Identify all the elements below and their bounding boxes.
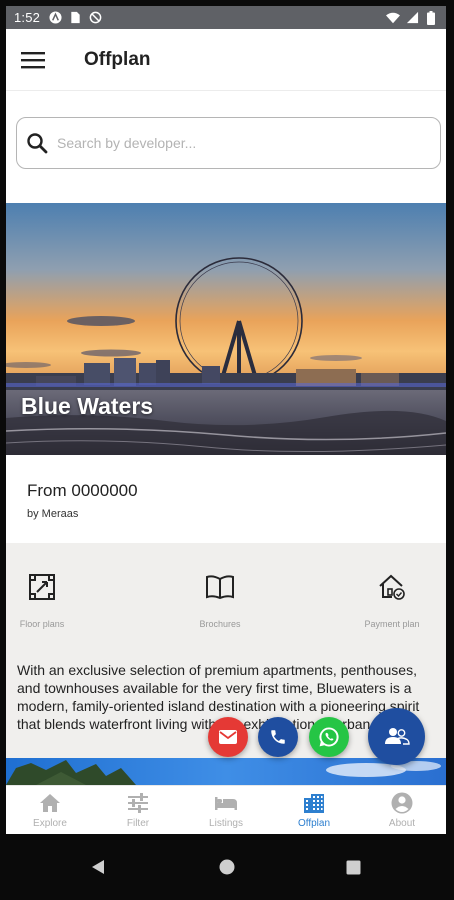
notification-icons (48, 11, 102, 25)
home-circle-icon (219, 859, 235, 875)
menu-button[interactable] (10, 37, 56, 83)
nav-item-about[interactable]: About (358, 786, 446, 834)
app-notification-icon (48, 11, 62, 25)
nav-label-offplan: Offplan (297, 818, 331, 829)
nav-label-explore: Explore (33, 818, 67, 829)
whatsapp-icon (319, 727, 339, 747)
next-project-image[interactable] (6, 758, 446, 785)
search-input[interactable] (57, 135, 417, 151)
whatsapp-button[interactable] (309, 717, 349, 757)
email-icon (219, 730, 237, 744)
project-name: Blue Waters (21, 393, 154, 419)
system-status-icons (386, 10, 438, 25)
project-hero-image[interactable]: Blue Waters (6, 203, 446, 455)
book-icon (204, 571, 236, 603)
battery-icon (424, 10, 438, 25)
building-icon (302, 791, 326, 815)
payment-plan-label: Payment plan (364, 619, 420, 629)
nav-item-explore[interactable]: Explore (6, 786, 94, 834)
contact-agent-button[interactable] (368, 708, 425, 765)
email-button[interactable] (208, 717, 248, 757)
sim-card-icon (68, 11, 82, 25)
floor-plans-button[interactable]: Floor plans (6, 571, 97, 629)
contacts-icon (384, 727, 410, 745)
price-label: From 0000000 (27, 481, 138, 500)
app-screen: 1:52 Offplan Search by developer... Blue… (6, 6, 446, 834)
nav-item-filter[interactable]: Filter (94, 786, 182, 834)
search-icon (27, 133, 48, 154)
phone-icon (271, 730, 285, 744)
nav-item-offplan[interactable]: Offplan (270, 786, 358, 834)
search-bar[interactable] (16, 117, 441, 169)
hamburger-icon (21, 51, 45, 68)
call-button[interactable] (258, 717, 298, 757)
status-time: 1:52 (14, 10, 41, 25)
floor-plans-label: Floor plans (19, 619, 65, 629)
payment-plan-button[interactable]: Payment plan (337, 571, 446, 629)
app-bar: Offplan (6, 29, 446, 91)
nav-label-about: About (388, 818, 416, 829)
sliders-icon (126, 791, 150, 815)
recents-icon (346, 860, 360, 874)
next-project-photo (6, 758, 446, 785)
do-not-disturb-icon (88, 11, 102, 25)
wifi-icon (386, 11, 400, 25)
home-icon (38, 791, 62, 815)
floor-plan-icon (26, 571, 58, 603)
nav-label-listings: Listings (209, 818, 243, 829)
bottom-navigation: Explore Filter Listings Offplan About (6, 785, 446, 834)
nav-label-filter: Filter (126, 818, 150, 829)
developer-label: by Meraas (27, 508, 79, 520)
status-bar: 1:52 (6, 6, 446, 29)
nav-item-listings[interactable]: Listings (182, 786, 270, 834)
brochures-label: Brochures (199, 619, 241, 629)
brochures-button[interactable]: Brochures (165, 571, 275, 629)
signal-icon (405, 11, 419, 25)
system-navigation-bar (0, 834, 454, 900)
house-check-icon (376, 571, 408, 603)
page-title: Offplan (84, 48, 151, 70)
account-icon (390, 791, 414, 815)
back-icon (92, 860, 104, 874)
home-button[interactable] (212, 852, 242, 882)
back-button[interactable] (83, 852, 113, 882)
price-card: From 0000000 by Meraas (6, 455, 446, 543)
recents-button[interactable] (338, 852, 368, 882)
bed-icon (214, 791, 238, 815)
